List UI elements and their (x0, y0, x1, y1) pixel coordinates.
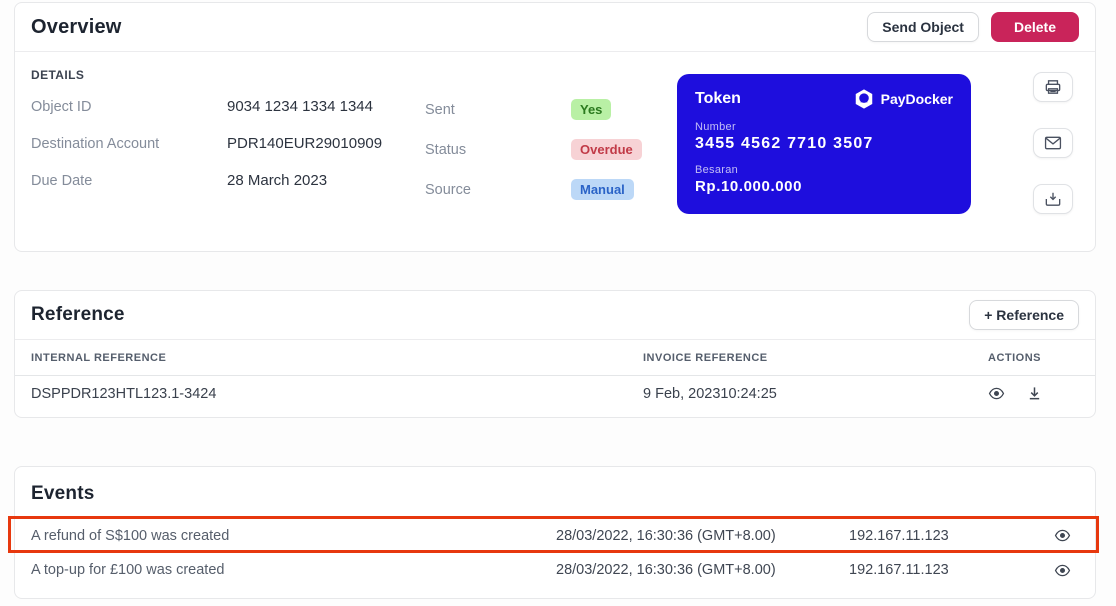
status-badge: Yes (571, 99, 612, 120)
status-label: Status (425, 141, 467, 158)
download-row-icon[interactable] (1027, 386, 1042, 401)
event-row-refund[interactable]: A refund of S$100 was created 28/03/2022… (8, 516, 1099, 553)
token-amount: Rp.10.000.000 (695, 178, 803, 195)
event-timestamp: 28/03/2022, 16:30:36 (GMT+8.00) (556, 527, 776, 544)
event-ip-address: 192.167.11.123 (849, 562, 949, 578)
printer-icon (1044, 79, 1062, 95)
view-icon[interactable] (988, 387, 1005, 400)
status-badge: Overdue (571, 139, 642, 160)
status-row-source: Source Manual (425, 179, 677, 200)
paydocker-logo-icon (853, 88, 875, 110)
event-row-topup[interactable]: A top-up for £100 was created 28/03/2022… (15, 553, 1095, 587)
view-event-button[interactable] (1054, 529, 1079, 542)
token-card-title: Token (695, 90, 741, 107)
overview-header: Overview Send Object Delete (15, 3, 1095, 51)
detail-value: 28 March 2023 (227, 172, 328, 189)
internal-reference-value: DSPPDR123HTL123.1-3424 (31, 385, 217, 402)
events-title: Events (31, 483, 95, 504)
reference-card: Reference + Reference INTERNAL REFERENCE… (14, 290, 1096, 418)
delete-button[interactable]: Delete (990, 12, 1079, 42)
detail-row-due-date: Due Date 28 March 2023 (31, 172, 425, 189)
status-label: Sent (425, 101, 455, 118)
details-heading: DETAILS (31, 68, 85, 82)
detail-label: Object ID (31, 98, 92, 115)
detail-row-destination-account: Destination Account PDR140EUR29010909 (31, 135, 425, 152)
mail-icon (1044, 136, 1062, 150)
event-timestamp: 28/03/2022, 16:30:36 (GMT+8.00) (556, 562, 776, 578)
overview-card: Overview Send Object Delete DETAILS Obje… (14, 2, 1096, 252)
detail-label: Destination Account (31, 135, 160, 152)
email-button[interactable] (1033, 128, 1073, 158)
token-number-label: Number (695, 121, 736, 133)
detail-value: 9034 1234 1334 1344 (227, 98, 373, 115)
detail-value: PDR140EUR29010909 (227, 135, 383, 152)
download-icon (1044, 191, 1062, 207)
column-internal-reference: INTERNAL REFERENCE (31, 351, 167, 364)
column-invoice-reference: INVOICE REFERENCE (643, 351, 768, 364)
status-badge: Manual (571, 179, 634, 200)
status-row-sent: Sent Yes (425, 99, 677, 120)
add-reference-label: Reference (996, 307, 1064, 323)
page-title: Overview (31, 15, 122, 38)
token-card: Token PayDocker Number 3455 4562 7710 35… (677, 74, 971, 214)
table-row: DSPPDR123HTL123.1-3424 9 Feb, 202310:24:… (15, 376, 1095, 411)
event-description: A refund of S$100 was created (31, 527, 230, 544)
detail-label: Due Date (31, 172, 93, 189)
token-amount-label: Besaran (695, 164, 739, 176)
view-event-button[interactable] (1054, 564, 1079, 577)
export-button[interactable] (1033, 184, 1073, 214)
add-reference-button[interactable]: + Reference (969, 300, 1079, 330)
status-label: Source (425, 181, 471, 198)
event-description: A top-up for £100 was created (31, 562, 225, 578)
token-number: 3455 4562 7710 3507 (695, 135, 874, 152)
column-actions: ACTIONS (988, 351, 1041, 364)
plus-icon: + (984, 307, 993, 323)
invoice-reference-value: 9 Feb, 202310:24:25 (643, 385, 777, 402)
brand-name: PayDocker (880, 91, 953, 107)
detail-row-object-id: Object ID 9034 1234 1334 1344 (31, 98, 425, 115)
event-ip-address: 192.167.11.123 (849, 527, 949, 544)
reference-header: Reference + Reference (15, 291, 1095, 339)
status-row-status: Status Overdue (425, 139, 677, 160)
events-card: Events A refund of S$100 was created 28/… (8, 466, 1099, 599)
reference-table-header: INTERNAL REFERENCE INVOICE REFERENCE ACT… (15, 339, 1095, 376)
send-object-button[interactable]: Send Object (867, 12, 979, 42)
print-button[interactable] (1033, 72, 1073, 102)
reference-title: Reference (31, 304, 125, 325)
